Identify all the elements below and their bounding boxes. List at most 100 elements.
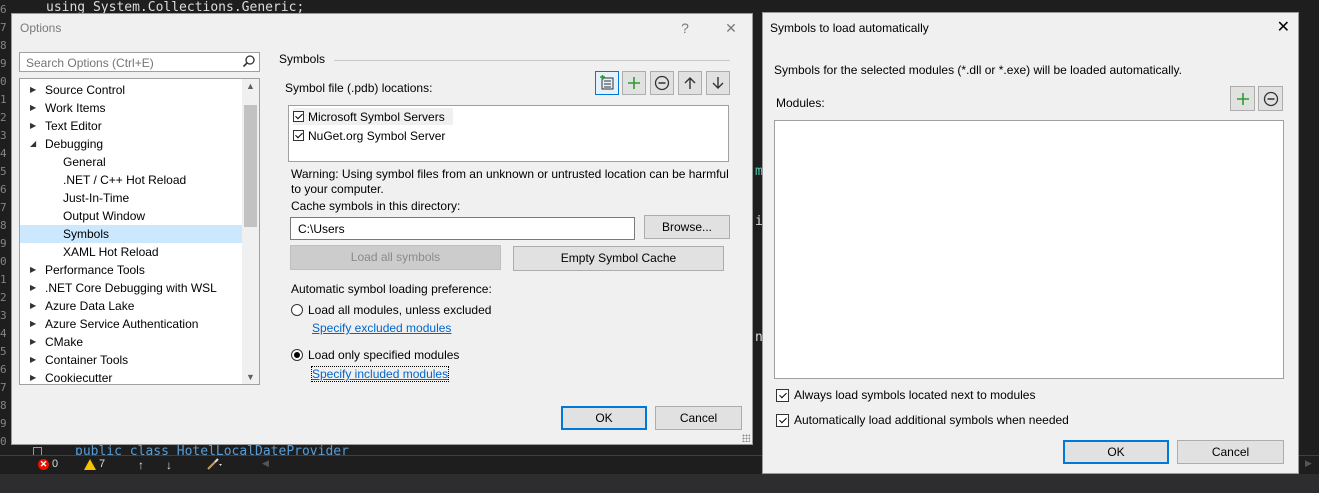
modules-label: Modules:	[776, 96, 825, 110]
expand-arrow-icon[interactable]: ▶	[30, 261, 36, 279]
list-add-icon	[600, 75, 614, 90]
symbol-locations-list[interactable]: Microsoft Symbol Servers NuGet.org Symbo…	[288, 105, 729, 162]
plus-icon	[628, 77, 640, 89]
browse-button[interactable]: Browse...	[644, 215, 730, 239]
tree-item-label: Container Tools	[45, 353, 129, 367]
scrollbar-thumb[interactable]	[244, 105, 257, 227]
always-load-option[interactable]: Always load symbols located next to modu…	[776, 388, 1035, 402]
remove-location-button[interactable]	[650, 71, 674, 95]
line-number: 2	[0, 111, 7, 124]
expand-arrow-icon[interactable]: ▶	[30, 99, 36, 117]
line-number: 9	[0, 417, 7, 430]
search-options-box[interactable]	[19, 52, 260, 72]
empty-symbol-cache-button[interactable]: Empty Symbol Cache	[513, 246, 724, 271]
tree-item-output-window[interactable]: Output Window	[20, 207, 242, 225]
expand-arrow-icon[interactable]: ▶	[30, 369, 36, 384]
expand-arrow-icon[interactable]: ▶	[30, 81, 36, 99]
specify-included-link[interactable]: Specify included modules	[310, 366, 450, 382]
radio-load-all-label[interactable]: Load all modules, unless excluded	[308, 303, 491, 317]
cancel-button[interactable]: Cancel	[1177, 440, 1284, 464]
add-module-button[interactable]	[1230, 86, 1255, 111]
location-checkbox[interactable]	[293, 111, 304, 122]
load-all-symbols-button[interactable]: Load all symbols	[290, 245, 501, 270]
minus-circle-icon	[654, 75, 670, 91]
navigate-down-icon[interactable]: ↓	[166, 458, 172, 472]
tree-item-azure-service-authentication[interactable]: ▶ Azure Service Authentication	[20, 315, 242, 333]
line-number: 9	[0, 237, 7, 250]
ok-button[interactable]: OK	[561, 406, 647, 430]
line-number: 1	[0, 93, 7, 106]
scroll-left-icon[interactable]: ◀	[262, 458, 269, 469]
tree-item-cookiecutter[interactable]: ▶ Cookiecutter	[20, 369, 242, 384]
expand-arrow-icon[interactable]: ▶	[30, 297, 36, 315]
tree-item-general[interactable]: General	[20, 153, 242, 171]
tree-scrollbar[interactable]: ▲ ▼	[242, 79, 259, 384]
add-location-button[interactable]	[622, 71, 646, 95]
tree-item-xaml-hot-reload[interactable]: XAML Hot Reload	[20, 243, 242, 261]
collapse-arrow-icon[interactable]: ◢	[30, 135, 36, 153]
brush-icon[interactable]	[207, 458, 223, 470]
scroll-right-icon[interactable]: ▶	[1305, 458, 1312, 469]
tree-item-work-items[interactable]: ▶ Work Items	[20, 99, 242, 117]
expand-arrow-icon[interactable]: ▶	[30, 315, 36, 333]
navigate-up-icon[interactable]: ↑	[138, 458, 144, 472]
tree-item-net-c-hot-reload[interactable]: .NET / C++ Hot Reload	[20, 171, 242, 189]
locations-label: Symbol file (.pdb) locations:	[285, 81, 433, 95]
tree-item-just-in-time[interactable]: Just-In-Time	[20, 189, 242, 207]
cache-directory-input[interactable]	[296, 219, 609, 239]
line-number: 7	[0, 201, 7, 214]
move-down-button[interactable]	[706, 71, 730, 95]
tree-item-symbols[interactable]: Symbols	[20, 225, 242, 243]
auto-additional-option[interactable]: Automatically load additional symbols wh…	[776, 413, 1069, 427]
line-number: 4	[0, 327, 7, 340]
line-number: 8	[0, 39, 7, 52]
tree-item-container-tools[interactable]: ▶ Container Tools	[20, 351, 242, 369]
tree-item-performance-tools[interactable]: ▶ Performance Tools	[20, 261, 242, 279]
radio-load-specified[interactable]	[291, 349, 303, 361]
bottom-panel-strip	[0, 474, 1319, 493]
auto-additional-checkbox[interactable]	[776, 413, 789, 427]
dialog-title: Symbols to load automatically	[770, 21, 929, 35]
tree-item-cmake[interactable]: ▶ CMake	[20, 333, 242, 351]
warning-count[interactable]: 7	[84, 458, 105, 470]
expand-arrow-icon[interactable]: ▶	[30, 117, 36, 135]
error-count[interactable]: ✕ 0	[38, 458, 58, 470]
cancel-button[interactable]: Cancel	[655, 406, 742, 430]
radio-load-specified-label[interactable]: Load only specified modules	[308, 348, 459, 362]
warning-icon	[84, 458, 96, 470]
load-locations-button[interactable]	[595, 71, 619, 95]
tree-item-source-control[interactable]: ▶ Source Control	[20, 81, 242, 99]
search-input[interactable]	[24, 54, 238, 72]
expand-arrow-icon[interactable]: ▶	[30, 333, 36, 351]
options-tree[interactable]: ▶ Source Control ▶ Work Items ▶ Text Editor ◢ D…	[19, 78, 260, 385]
search-icon	[242, 54, 256, 71]
tree-item-debugging[interactable]: ◢ Debugging	[20, 135, 242, 153]
tree-item-azure-data-lake[interactable]: ▶ Azure Data Lake	[20, 297, 242, 315]
tree-item-label: Azure Service Authentication	[45, 317, 199, 331]
scroll-down-icon[interactable]: ▼	[246, 372, 255, 382]
resize-grip[interactable]	[742, 434, 750, 442]
cache-directory-field[interactable]	[290, 217, 635, 240]
scroll-up-icon[interactable]: ▲	[246, 81, 255, 91]
expand-arrow-icon[interactable]: ▶	[30, 351, 36, 369]
location-label: Microsoft Symbol Servers	[308, 109, 445, 124]
specify-excluded-link[interactable]: Specify excluded modules	[312, 321, 451, 335]
tree-item-net-core-debugging-with-wsl[interactable]: ▶ .NET Core Debugging with WSL	[20, 279, 242, 297]
tree-item-label: Output Window	[63, 209, 146, 223]
line-number: 4	[0, 147, 7, 160]
location-item-microsoft[interactable]: Microsoft Symbol Servers	[293, 108, 453, 125]
expand-arrow-icon[interactable]: ▶	[30, 279, 36, 297]
ok-button[interactable]: OK	[1063, 440, 1169, 464]
tree-item-text-editor[interactable]: ▶ Text Editor	[20, 117, 242, 135]
radio-load-all[interactable]	[291, 304, 303, 316]
always-load-label: Always load symbols located next to modu…	[794, 388, 1036, 402]
modules-list[interactable]	[774, 120, 1284, 379]
location-item-nuget[interactable]: NuGet.org Symbol Server	[293, 127, 453, 144]
move-up-button[interactable]	[678, 71, 702, 95]
always-load-checkbox[interactable]	[776, 388, 789, 402]
location-checkbox[interactable]	[293, 130, 304, 141]
close-button[interactable]: ✕	[718, 17, 744, 39]
remove-module-button[interactable]	[1258, 86, 1283, 111]
close-button[interactable]: ✕	[1277, 17, 1290, 37]
help-button[interactable]: ?	[672, 17, 698, 39]
